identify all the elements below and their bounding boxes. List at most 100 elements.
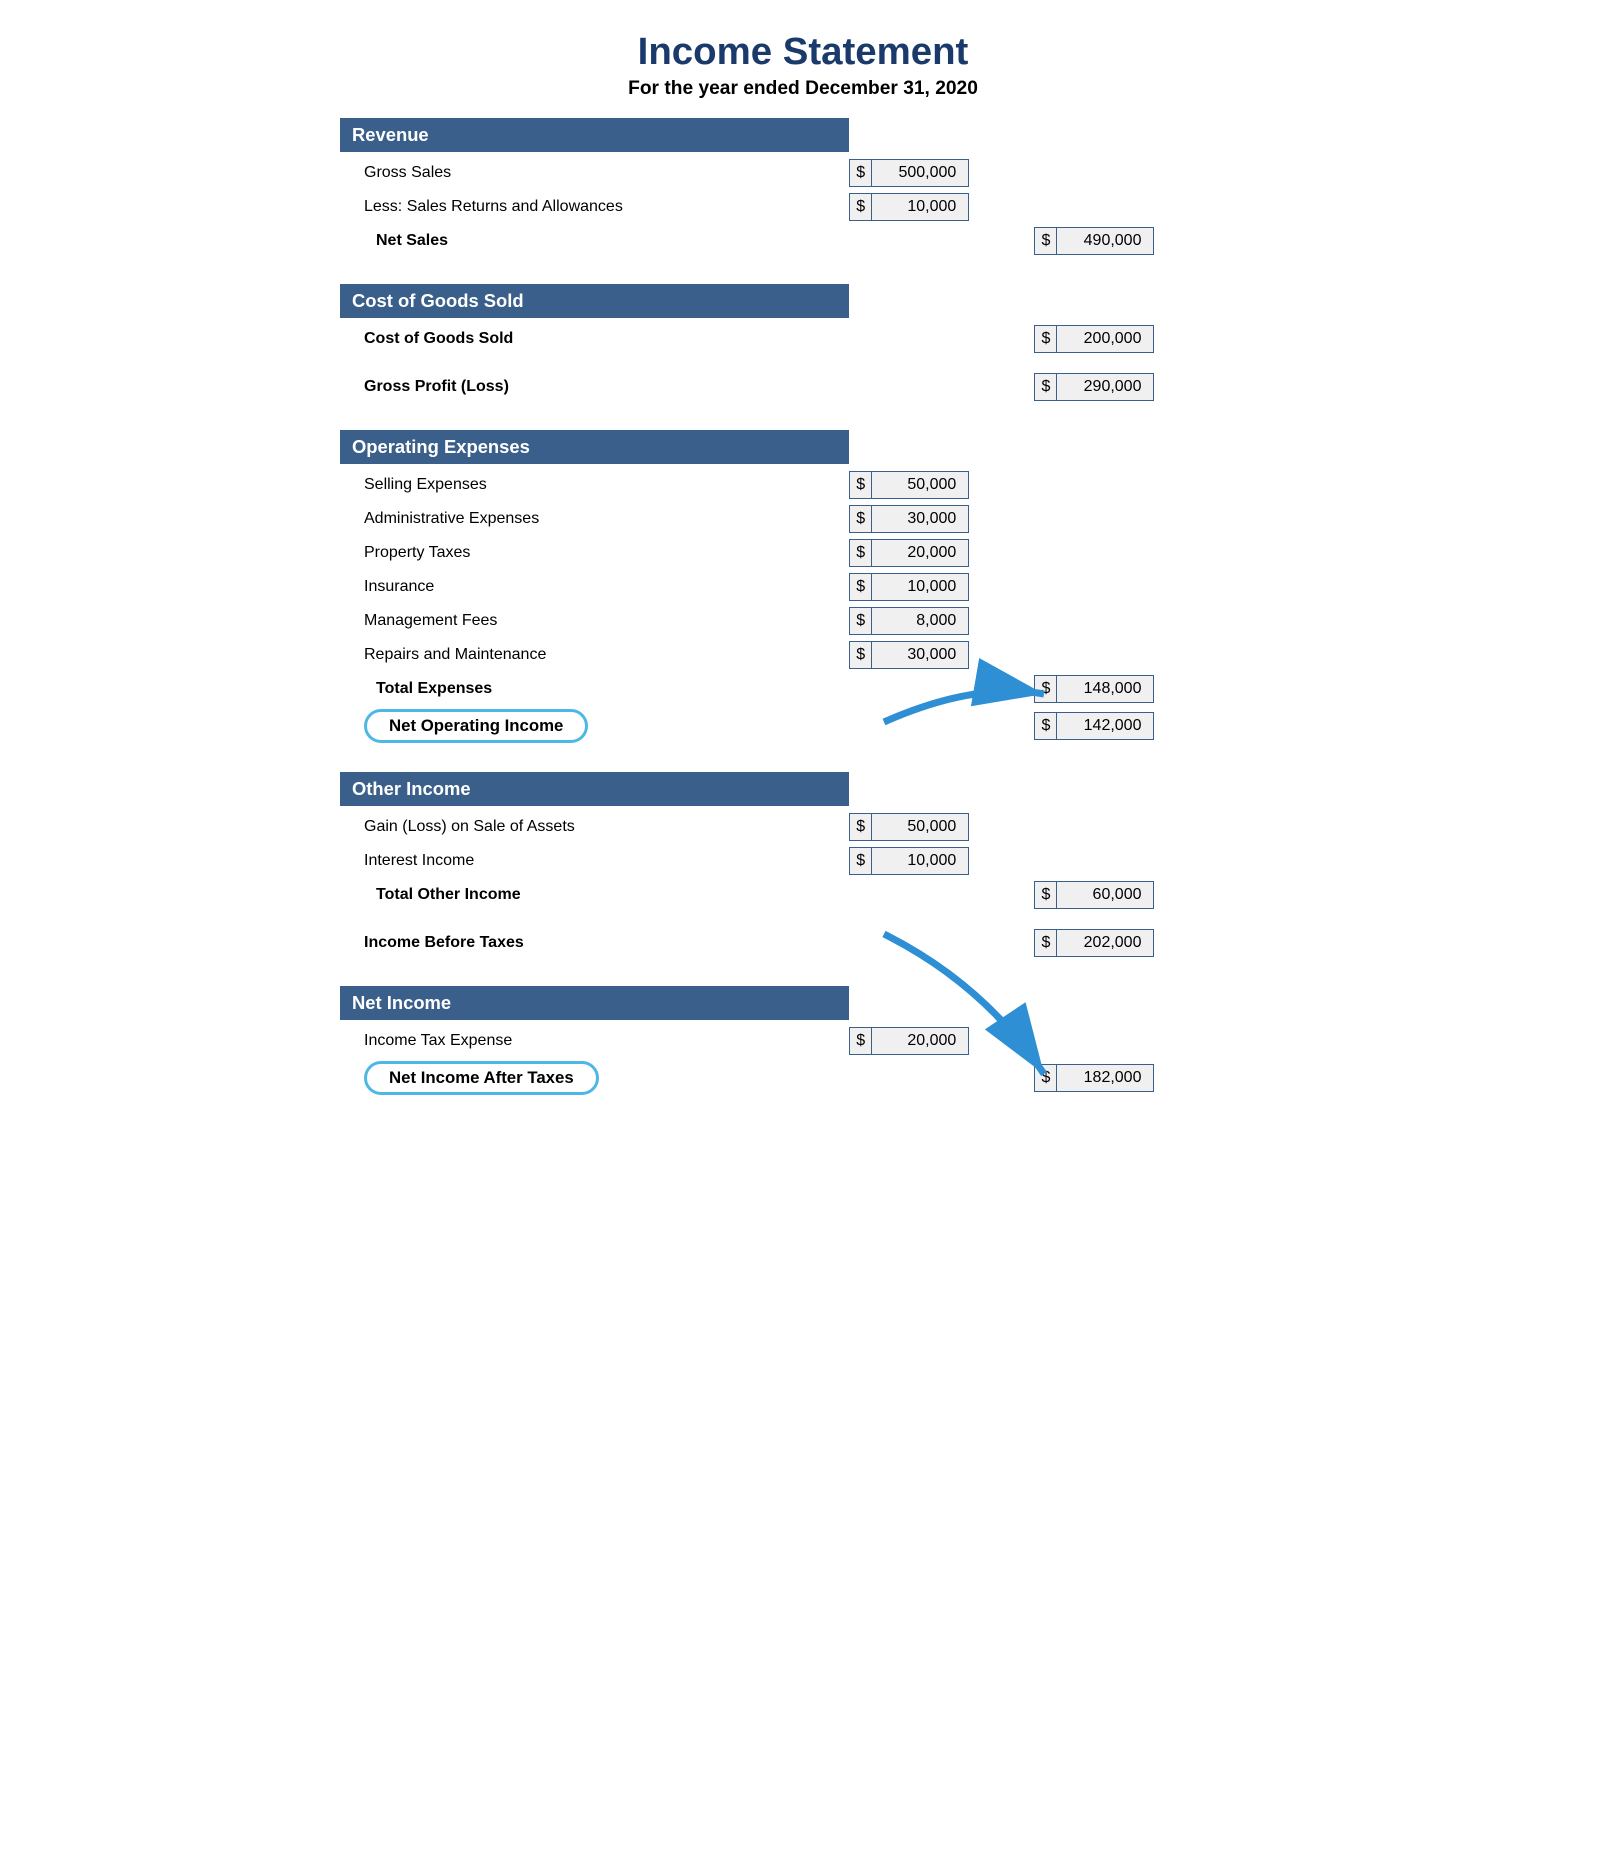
net-sales-amount: 490,000 [1057,232,1153,250]
gross-profit-label: Gross Profit (Loss) [340,378,849,396]
net-sales-col2: $ 490,000 [1034,227,1266,255]
total-other-income-label: Total Other Income [340,886,849,904]
cogs-label: Cost of Goods Sold [340,330,849,348]
total-other-income-amount: 60,000 [1057,886,1153,904]
opex-header: Operating Expenses [340,430,849,464]
selling-expenses-amount: 50,000 [872,476,968,494]
gross-profit-box: $ 290,000 [1034,373,1154,401]
mgmt-fees-row: Management Fees $ 8,000 [340,606,1266,636]
gain-loss-amount: 50,000 [872,818,968,836]
niat-col2: $ 182,000 [1034,1064,1266,1092]
property-taxes-dollar: $ [850,540,872,566]
page-title: Income Statement [340,30,1266,74]
total-expenses-amount: 148,000 [1057,680,1153,698]
repairs-label: Repairs and Maintenance [340,646,849,664]
insurance-col1: $ 10,000 [849,573,1034,601]
insurance-amount: 10,000 [872,578,968,596]
interest-income-label: Interest Income [340,852,849,870]
sales-returns-label: Less: Sales Returns and Allowances [340,198,849,216]
net-income-after-taxes-label: Net Income After Taxes [364,1061,599,1095]
noi-amount: 142,000 [1057,717,1153,735]
cogs-dollar: $ [1035,326,1057,352]
cogs-amount: 200,000 [1057,330,1153,348]
interest-income-amount: 10,000 [872,852,968,870]
selling-expenses-box: $ 50,000 [849,471,969,499]
other-income-header: Other Income [340,772,849,806]
net-sales-dollar: $ [1035,228,1057,254]
income-before-taxes-col2: $ 202,000 [1034,929,1266,957]
selling-expenses-label: Selling Expenses [340,476,849,494]
sales-returns-col1: $ 10,000 [849,193,1034,221]
admin-expenses-row: Administrative Expenses $ 30,000 [340,504,1266,534]
gross-sales-dollar: $ [850,160,872,186]
mgmt-fees-box: $ 8,000 [849,607,969,635]
net-sales-row: Net Sales $ 490,000 [340,226,1266,256]
noi-label-col: Net Operating Income [340,709,849,743]
net-income-after-taxes-row: Net Income After Taxes $ 182,000 [340,1060,1266,1096]
property-taxes-amount: 20,000 [872,544,968,562]
total-expenses-col2: $ 148,000 [1034,675,1266,703]
property-taxes-col1: $ 20,000 [849,539,1034,567]
mgmt-fees-label: Management Fees [340,612,849,630]
selling-expenses-dollar: $ [850,472,872,498]
mgmt-fees-dollar: $ [850,608,872,634]
niat-arrow-icon [684,904,1064,1104]
niat-amount: 182,000 [1057,1069,1153,1087]
selling-expenses-col1: $ 50,000 [849,471,1034,499]
interest-income-row: Interest Income $ 10,000 [340,846,1266,876]
interest-income-dollar: $ [850,848,872,874]
net-sales-box: $ 490,000 [1034,227,1154,255]
interest-income-box: $ 10,000 [849,847,969,875]
total-expenses-label: Total Expenses [340,680,849,698]
sales-returns-row: Less: Sales Returns and Allowances $ 10,… [340,192,1266,222]
total-other-income-col2: $ 60,000 [1034,881,1266,909]
page-subtitle: For the year ended December 31, 2020 [340,78,1266,100]
cogs-header: Cost of Goods Sold [340,284,849,318]
gain-loss-row: Gain (Loss) on Sale of Assets $ 50,000 [340,812,1266,842]
gross-sales-box: $ 500,000 [849,159,969,187]
net-sales-label: Net Sales [340,232,849,250]
mgmt-fees-col1: $ 8,000 [849,607,1034,635]
gross-profit-dollar: $ [1035,374,1057,400]
admin-expenses-label: Administrative Expenses [340,510,849,528]
noi-col2: $ 142,000 [1034,712,1266,740]
sales-returns-amount: 10,000 [872,198,968,216]
gain-loss-label: Gain (Loss) on Sale of Assets [340,818,849,836]
mgmt-fees-amount: 8,000 [872,612,968,630]
total-expenses-row: Total Expenses $ 148,000 [340,674,1266,704]
gross-profit-col2: $ 290,000 [1034,373,1266,401]
gross-sales-label: Gross Sales [340,164,849,182]
admin-expenses-box: $ 30,000 [849,505,969,533]
gross-sales-row: Gross Sales $ 500,000 [340,158,1266,188]
gain-loss-dollar: $ [850,814,872,840]
insurance-label: Insurance [340,578,849,596]
gain-loss-col1: $ 50,000 [849,813,1034,841]
admin-expenses-amount: 30,000 [872,510,968,528]
income-before-taxes-amount: 202,000 [1057,934,1153,952]
sales-returns-box: $ 10,000 [849,193,969,221]
cogs-col2: $ 200,000 [1034,325,1266,353]
insurance-row: Insurance $ 10,000 [340,572,1266,602]
interest-income-col1: $ 10,000 [849,847,1034,875]
net-operating-income-row: Net Operating Income $ 142,000 [340,708,1266,744]
repairs-row: Repairs and Maintenance $ 30,000 [340,640,1266,670]
statement-body: Revenue Gross Sales $ 500,000 Less: Sale… [340,118,1266,1096]
gain-loss-box: $ 50,000 [849,813,969,841]
gross-sales-col1: $ 500,000 [849,159,1034,187]
gross-profit-amount: 290,000 [1057,378,1153,396]
insurance-box: $ 10,000 [849,573,969,601]
admin-expenses-dollar: $ [850,506,872,532]
cogs-box: $ 200,000 [1034,325,1154,353]
net-operating-income-label: Net Operating Income [364,709,588,743]
property-taxes-label: Property Taxes [340,544,849,562]
sales-returns-dollar: $ [850,194,872,220]
selling-expenses-row: Selling Expenses $ 50,000 [340,470,1266,500]
gross-profit-row: Gross Profit (Loss) $ 290,000 [340,372,1266,402]
revenue-header: Revenue [340,118,849,152]
noi-arrow-icon [854,652,1054,732]
gross-sales-amount: 500,000 [872,164,968,182]
property-taxes-row: Property Taxes $ 20,000 [340,538,1266,568]
cogs-row: Cost of Goods Sold $ 200,000 [340,324,1266,354]
insurance-dollar: $ [850,574,872,600]
property-taxes-box: $ 20,000 [849,539,969,567]
